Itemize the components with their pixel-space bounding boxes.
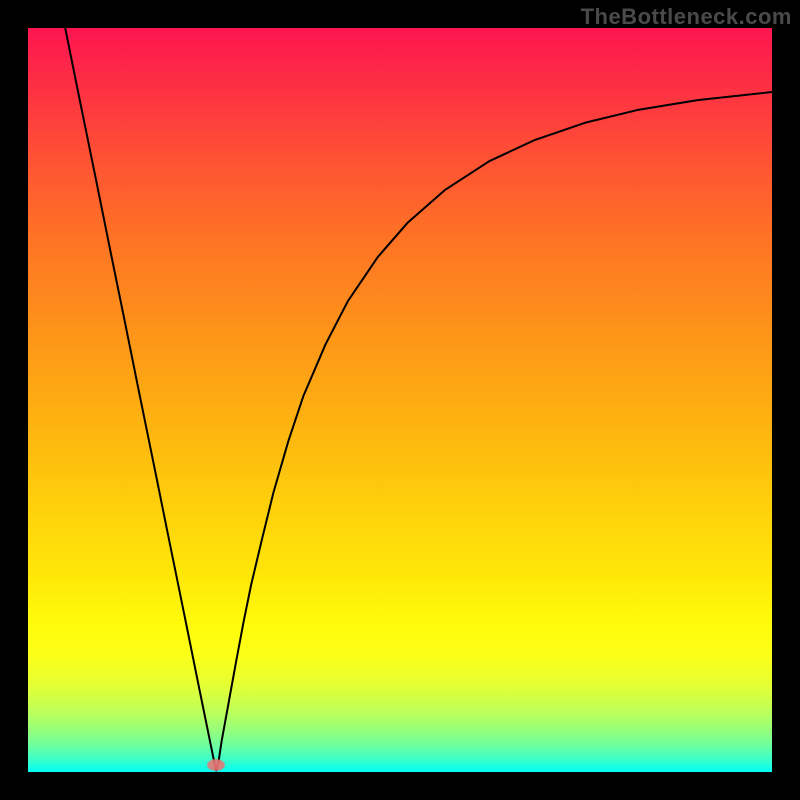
bottleneck-curve [28, 28, 772, 772]
chart-frame: TheBottleneck.com [0, 0, 800, 800]
optimum-marker [207, 759, 225, 771]
plot-area [28, 28, 772, 772]
watermark-text: TheBottleneck.com [581, 4, 792, 30]
